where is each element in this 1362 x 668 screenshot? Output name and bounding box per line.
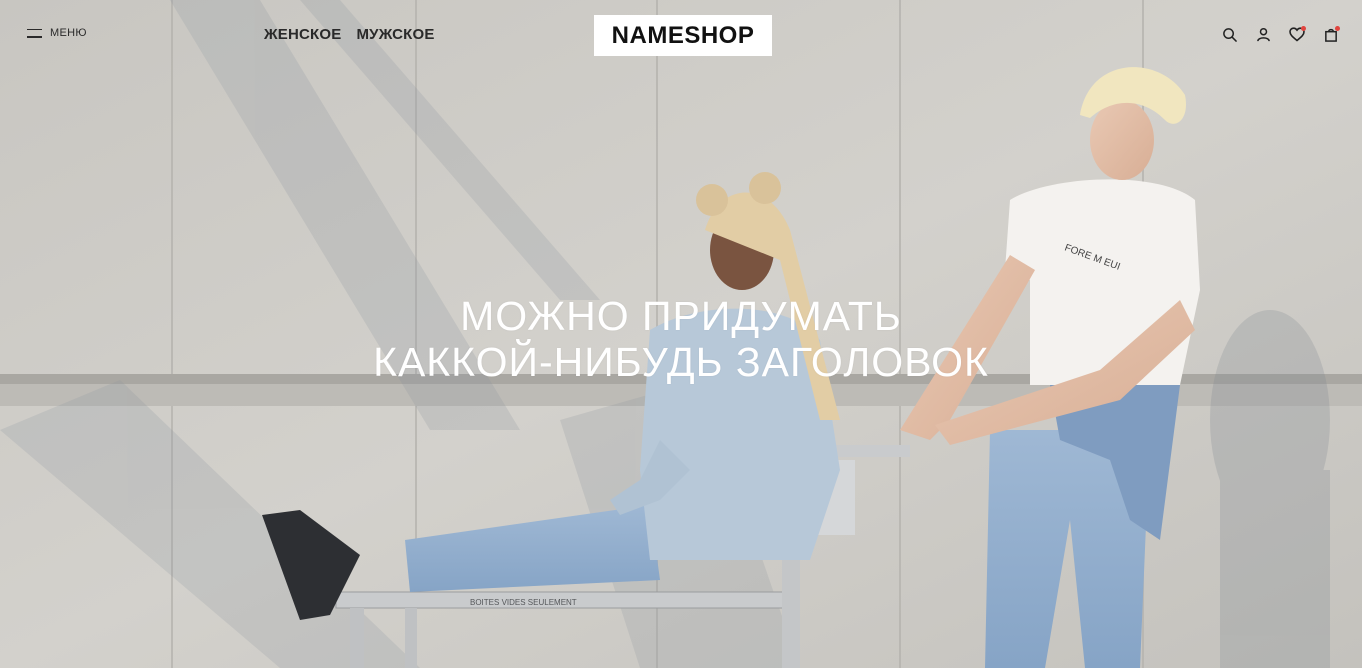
hero-title-line-2: КАККОЙ-НИБУДЬ ЗАГОЛОВОК xyxy=(373,339,989,385)
account-button[interactable] xyxy=(1254,25,1272,43)
bench-text: BOITES VIDES SEULEMENT xyxy=(470,598,577,607)
hero-banner: BOITES VIDES SEULEMENT FORE M EUI МЕНЮ Ж… xyxy=(0,0,1362,668)
nav-men-link[interactable]: МУЖСКОЕ xyxy=(356,26,434,43)
hero-headline: МОЖНО ПРИДУМАТЬ КАККОЙ-НИБУДЬ ЗАГОЛОВОК xyxy=(0,293,1362,385)
search-icon xyxy=(1222,27,1237,42)
search-button[interactable] xyxy=(1220,25,1238,43)
header-actions xyxy=(1220,25,1340,43)
wishlist-badge-dot xyxy=(1301,26,1306,31)
site-header: МЕНЮ ЖЕНСКОЕ МУЖСКОЕ NAMESHOP xyxy=(0,0,1362,70)
menu-icon xyxy=(27,28,42,38)
site-logo[interactable]: NAMESHOP xyxy=(594,15,772,56)
cart-badge-dot xyxy=(1335,26,1340,31)
cart-button[interactable] xyxy=(1322,25,1340,43)
menu-button[interactable]: МЕНЮ xyxy=(27,27,87,39)
menu-label: МЕНЮ xyxy=(50,27,87,39)
user-icon xyxy=(1256,27,1270,41)
nav-women-link[interactable]: ЖЕНСКОЕ xyxy=(264,26,341,43)
category-nav: ЖЕНСКОЕ МУЖСКОЕ xyxy=(264,26,435,43)
wishlist-button[interactable] xyxy=(1288,25,1306,43)
hero-title-line-1: МОЖНО ПРИДУМАТЬ xyxy=(460,293,902,339)
